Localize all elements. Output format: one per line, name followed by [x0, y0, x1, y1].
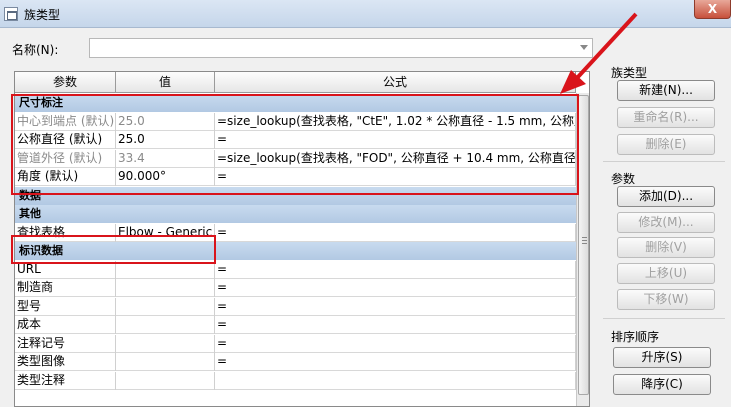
formula-cell[interactable]: =	[215, 131, 576, 149]
dialog-icon	[4, 7, 18, 21]
table-row[interactable]: 制造商 =	[15, 279, 576, 297]
table-row[interactable]: 类型图像 =	[15, 353, 576, 371]
delete-type-button[interactable]: 删除(E)	[617, 134, 715, 155]
value-cell[interactable]	[116, 279, 215, 297]
scrollbar-thumb[interactable]	[578, 95, 589, 395]
table-row[interactable]: 公称直径 (默认) 25.0 =	[15, 131, 576, 149]
grip-icon	[582, 237, 587, 244]
sort-descending-button[interactable]: 降序(C)	[613, 374, 711, 395]
formula-cell[interactable]: =	[215, 334, 576, 353]
value-cell[interactable]	[116, 353, 215, 371]
table-row[interactable]: URL =	[15, 260, 576, 279]
formula-cell[interactable]: =	[215, 168, 576, 186]
parameter-cell[interactable]: 制造商	[15, 279, 116, 297]
move-down-button[interactable]: 下移(W)	[617, 289, 715, 310]
modify-parameter-button[interactable]: 修改(M)...	[617, 212, 715, 233]
section-header: 标识数据	[15, 242, 576, 260]
value-cell[interactable]	[116, 297, 215, 316]
value-cell[interactable]: 33.4	[116, 149, 215, 168]
new-type-button[interactable]: 新建(N)...	[617, 80, 715, 101]
table-row[interactable]: 中心到端点 (默认) 25.0 =size_lookup(查找表格, "CtE", …	[15, 112, 576, 131]
name-dropdown[interactable]	[89, 38, 593, 58]
section-header: 其他	[15, 205, 576, 223]
table-row[interactable]: 型号 =	[15, 297, 576, 316]
formula-cell[interactable]: =	[215, 297, 576, 316]
parameter-cell[interactable]: 公称直径 (默认)	[15, 131, 116, 149]
add-parameter-button[interactable]: 添加(D)...	[617, 186, 715, 207]
formula-cell[interactable]	[215, 371, 576, 390]
parameter-cell[interactable]: 型号	[15, 297, 116, 316]
value-cell[interactable]: Elbow - Generic	[116, 223, 215, 242]
formula-cell[interactable]: =size_lookup(查找表格, "CtE", 1.02 * 公称直径 - …	[215, 112, 576, 131]
table-row[interactable]: 成本 =	[15, 316, 576, 334]
parameter-cell[interactable]: URL	[15, 260, 116, 279]
value-cell[interactable]: 25.0	[116, 131, 215, 149]
sort-order-group-label: 排序顺序	[611, 330, 660, 344]
table-row[interactable]: 角度 (默认) 90.000° =	[15, 168, 576, 186]
section-header: 尺寸标注	[15, 94, 576, 112]
formula-cell[interactable]: =	[215, 279, 576, 297]
window-title: 族类型	[24, 8, 61, 22]
rename-type-button[interactable]: 重命名(R)...	[617, 107, 715, 128]
section-header: 数据	[15, 186, 576, 205]
sort-ascending-button[interactable]: 升序(S)	[613, 347, 711, 368]
name-label: 名称(N):	[12, 43, 59, 57]
title-bar: 族类型 X	[0, 0, 731, 28]
divider	[603, 161, 725, 162]
table-row[interactable]: 查找表格 Elbow - Generic =	[15, 223, 576, 242]
parameter-cell[interactable]: 成本	[15, 316, 116, 334]
parameter-cell[interactable]: 中心到端点 (默认)	[15, 112, 116, 131]
formula-cell[interactable]: =	[215, 353, 576, 371]
formula-cell[interactable]: =	[215, 316, 576, 334]
column-header-value[interactable]: 值	[116, 72, 215, 93]
grid-scrollbar[interactable]	[576, 93, 589, 406]
parameter-cell[interactable]: 查找表格	[15, 223, 116, 242]
formula-cell[interactable]: =size_lookup(查找表格, "FOD", 公称直径 + 10.4 mm…	[215, 149, 576, 168]
table-row[interactable]: 注释记号 =	[15, 334, 576, 353]
parameter-cell[interactable]: 类型图像	[15, 353, 116, 371]
table-row[interactable]: 类型注释	[15, 371, 576, 390]
parameter-cell[interactable]: 注释记号	[15, 334, 116, 353]
value-cell[interactable]	[116, 334, 215, 353]
family-types-dialog: 族类型 X 名称(N): 参数 值 公式 尺寸标注 中心到端点 (默认) 25.0 =…	[0, 0, 731, 407]
column-header-formula[interactable]: 公式	[215, 72, 576, 93]
value-cell[interactable]: 90.000°	[116, 168, 215, 186]
parameter-grid: 参数 值 公式 尺寸标注 中心到端点 (默认) 25.0 =size_lookup(查…	[14, 71, 590, 407]
value-cell[interactable]	[116, 260, 215, 279]
parameter-cell[interactable]: 类型注释	[15, 371, 116, 390]
parameters-group-label: 参数	[611, 172, 636, 186]
value-cell[interactable]	[116, 371, 215, 390]
parameter-cell[interactable]: 管道外径 (默认)	[15, 149, 116, 168]
family-types-group-label: 族类型	[611, 66, 648, 80]
delete-parameter-button[interactable]: 删除(V)	[617, 237, 715, 258]
move-up-button[interactable]: 上移(U)	[617, 263, 715, 284]
formula-cell[interactable]: =	[215, 260, 576, 279]
table-row[interactable]: 管道外径 (默认) 33.4 =size_lookup(查找表格, "FOD", 公…	[15, 149, 576, 168]
column-header-parameter[interactable]: 参数	[15, 72, 116, 93]
value-cell[interactable]	[116, 316, 215, 334]
close-button[interactable]: X	[694, 0, 731, 19]
parameter-cell[interactable]: 角度 (默认)	[15, 168, 116, 186]
chevron-down-icon	[580, 45, 588, 50]
formula-cell[interactable]: =	[215, 223, 576, 242]
divider	[603, 318, 725, 319]
value-cell[interactable]: 25.0	[116, 112, 215, 131]
